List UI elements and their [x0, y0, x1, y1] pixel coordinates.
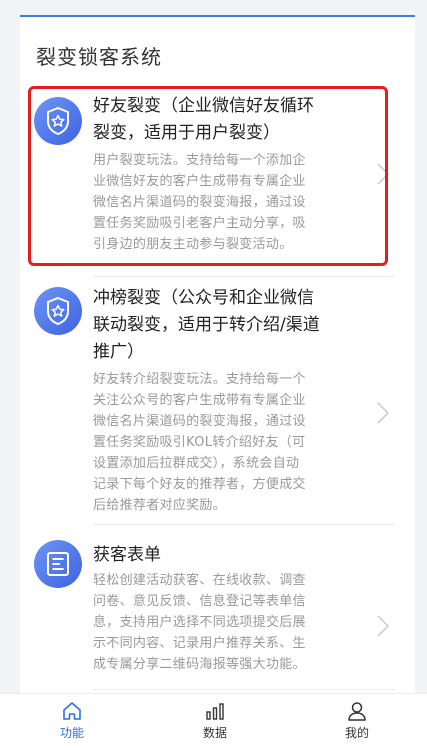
tab-label: 数据	[202, 726, 227, 740]
feature-item-lead-form[interactable]: 获客表单 轻松创建活动获客、在线收款、调查 问卷、意见反馈、信息登记等表单信 息…	[20, 540, 415, 690]
chevron-right-icon	[377, 615, 389, 637]
chevron-right-icon	[377, 402, 389, 424]
section-title: 裂变锁客系统	[36, 45, 162, 69]
tab-label: 我的	[344, 726, 369, 740]
feature-description: 好友转介绍裂变玩法。支持给每一个 关注公众号的客户生成带有专属企业 微信名片渠道…	[93, 372, 306, 513]
bar-chart-icon	[206, 703, 224, 720]
user-icon	[348, 702, 366, 721]
tab-features[interactable]: 功能	[32, 700, 112, 741]
shield-star-icon	[34, 287, 82, 335]
highlight-box	[28, 86, 388, 266]
bottom-tab-bar: 功能 数据 我的	[0, 693, 427, 750]
divider	[93, 524, 395, 525]
tab-data[interactable]: 数据	[175, 700, 255, 741]
divider	[93, 689, 395, 690]
tab-me[interactable]: 我的	[317, 700, 397, 741]
home-icon	[63, 702, 81, 720]
form-list-icon	[34, 540, 82, 588]
feature-title: 冲榜裂变（公众号和企业微信 联动裂变，适用于转介绍/渠道 推广）	[93, 288, 320, 362]
feature-description: 轻松创建活动获客、在线收款、调查 问卷、意见反馈、信息登记等表单信 息，支持用户…	[93, 573, 306, 672]
divider	[93, 276, 395, 277]
tab-label: 功能	[59, 726, 84, 740]
feature-item-rank-fission[interactable]: 冲榜裂变（公众号和企业微信 联动裂变，适用于转介绍/渠道 推广） 好友转介绍裂变…	[20, 285, 415, 525]
feature-title: 获客表单	[93, 545, 161, 565]
